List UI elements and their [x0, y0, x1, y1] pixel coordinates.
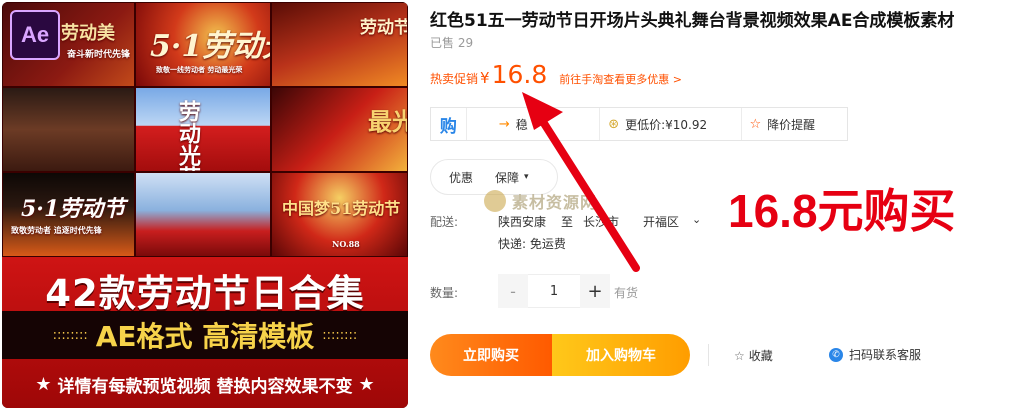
- service-bar: 购 → 稳 ⊛ 更低价:¥10.92 ☆ 降价提醒: [430, 107, 848, 141]
- star-outline-icon: ☆: [749, 116, 762, 132]
- price-row: 热卖促销 ¥ 16.8 前往手淘查看更多优惠 >: [430, 60, 682, 89]
- price-value: 16.8: [491, 60, 548, 89]
- shipping-fee: 快递: 免运费: [498, 237, 566, 251]
- tile-subtitle: 致敬一线劳动者 劳动最光荣: [156, 65, 243, 74]
- more-deals-link[interactable]: 前往手淘查看更多优惠 >: [559, 71, 682, 87]
- customer-service-icon: ✆: [829, 347, 843, 362]
- after-effects-logo: Ae: [10, 10, 60, 60]
- price-currency: ¥: [480, 69, 490, 87]
- quantity-label: 数量:: [430, 286, 459, 300]
- banner-format-text: AE格式 高清模板: [95, 320, 315, 353]
- banner-bottom-line: ★ 详情有每款预览视频 替换内容效果不变 ★: [2, 361, 408, 408]
- tile-title: 5·1劳动节: [21, 196, 126, 222]
- delivery-to-word: 至: [561, 215, 574, 229]
- divider: [708, 344, 709, 366]
- product-main-image[interactable]: 劳动美 奋斗新时代先锋 5·1劳动光荣 致敬一线劳动者 劳动最光荣 劳动节 劳动…: [2, 2, 408, 408]
- banner-title: 42款劳动节日合集: [45, 272, 365, 315]
- quantity-plus-button[interactable]: +: [580, 274, 610, 308]
- watermark-logo-icon: [484, 190, 506, 212]
- promo-banner: 42款劳动节日合集 :::::::: AE格式 高清模板 :::::::: ★ …: [2, 257, 408, 408]
- add-to-cart-button[interactable]: 加入购物车: [552, 334, 690, 376]
- preview-tile: 5·1劳动光荣 致敬一线劳动者 劳动最光荣: [135, 2, 271, 87]
- tile-title: 劳动光荣: [175, 100, 201, 172]
- promo-annotation-text: 16.8元购买: [728, 185, 956, 237]
- buy-now-button[interactable]: 立即购买: [430, 334, 552, 376]
- banner-format-strip: :::::::: AE格式 高清模板 ::::::::: [2, 311, 408, 359]
- guarantee-label: 稳: [515, 117, 528, 132]
- price-label: 热卖促销: [430, 72, 479, 86]
- contact-service-button[interactable]: ✆ 扫码联系客服: [829, 346, 921, 363]
- star-icon: ★: [35, 374, 52, 395]
- delivery-destination[interactable]: 长沙市: [583, 213, 619, 230]
- price-alert-label: 降价提醒: [767, 117, 816, 132]
- tile-subtitle: 奋斗新时代先锋: [67, 50, 131, 60]
- watermark: 素材资源网: [484, 189, 597, 213]
- chevron-down-icon[interactable]: ⌄: [692, 213, 701, 226]
- contact-label: 扫码联系客服: [849, 348, 922, 362]
- preview-tile: [135, 172, 271, 257]
- watermark-text: 素材资源网: [512, 193, 598, 212]
- chevron-down-icon[interactable]: ▾: [524, 172, 529, 182]
- preview-tile: [2, 87, 135, 172]
- preview-tile: 劳动光荣: [135, 87, 271, 172]
- quantity-input[interactable]: 1: [528, 274, 580, 308]
- quantity-stepper: - 1 +: [498, 274, 610, 308]
- arrow-right-icon: →: [498, 116, 510, 132]
- star-outline-icon: ☆: [734, 348, 745, 363]
- tile-subtitle: NO.88: [332, 239, 360, 249]
- star-icon: ★: [358, 374, 375, 395]
- tile-title: 5·1劳动光荣: [150, 29, 270, 64]
- tag-guarantee[interactable]: 保障: [495, 169, 519, 186]
- preview-tile: 5·1劳动节 致敬劳动者 追逐时代先锋: [2, 172, 135, 257]
- delivery-label: 配送:: [430, 215, 459, 229]
- tile-title: 中国梦51劳动节: [282, 199, 401, 218]
- delivery-district[interactable]: 开福区: [643, 213, 679, 230]
- preview-tile: 中国梦51劳动节 NO.88: [271, 172, 408, 257]
- service-guarantee[interactable]: → 稳: [467, 108, 601, 140]
- favorite-label: 收藏: [748, 349, 773, 363]
- preview-tile: 劳动节: [271, 2, 408, 87]
- purchase-badge-icon: 购: [431, 108, 467, 140]
- tag-discount[interactable]: 优惠: [449, 169, 473, 186]
- banner-bottom-text: 详情有每款预览视频 替换内容效果不变: [57, 377, 353, 397]
- tile-title: 最光荣: [368, 107, 407, 136]
- quantity-minus-button[interactable]: -: [498, 274, 528, 308]
- price-alert-button[interactable]: ☆ 降价提醒: [742, 108, 848, 140]
- coin-icon: ⊛: [608, 116, 620, 132]
- sold-count: 已售 29: [430, 36, 474, 50]
- product-title: 红色51五一劳动节日开场片头典礼舞台背景视频效果AE合成模板素材: [430, 11, 955, 31]
- delivery-origin: 陕西安康: [498, 215, 547, 229]
- dots-decoration: ::::::::: [52, 327, 88, 343]
- lower-price-button[interactable]: ⊛ 更低价:¥10.92: [600, 108, 742, 140]
- preview-tile: 最光荣: [271, 87, 408, 172]
- preview-collage: 劳动美 奋斗新时代先锋 5·1劳动光荣 致敬一线劳动者 劳动最光荣 劳动节 劳动…: [2, 2, 408, 257]
- tile-title: 劳动节: [360, 18, 408, 38]
- lower-price-label: 更低价:¥10.92: [625, 117, 708, 132]
- dots-decoration: ::::::::: [322, 327, 358, 343]
- favorite-button[interactable]: ☆ 收藏: [734, 347, 773, 364]
- tile-subtitle: 致敬劳动者 追逐时代先锋: [11, 225, 102, 235]
- tile-title: 劳动美: [61, 23, 115, 44]
- stock-status: 有货: [614, 286, 639, 300]
